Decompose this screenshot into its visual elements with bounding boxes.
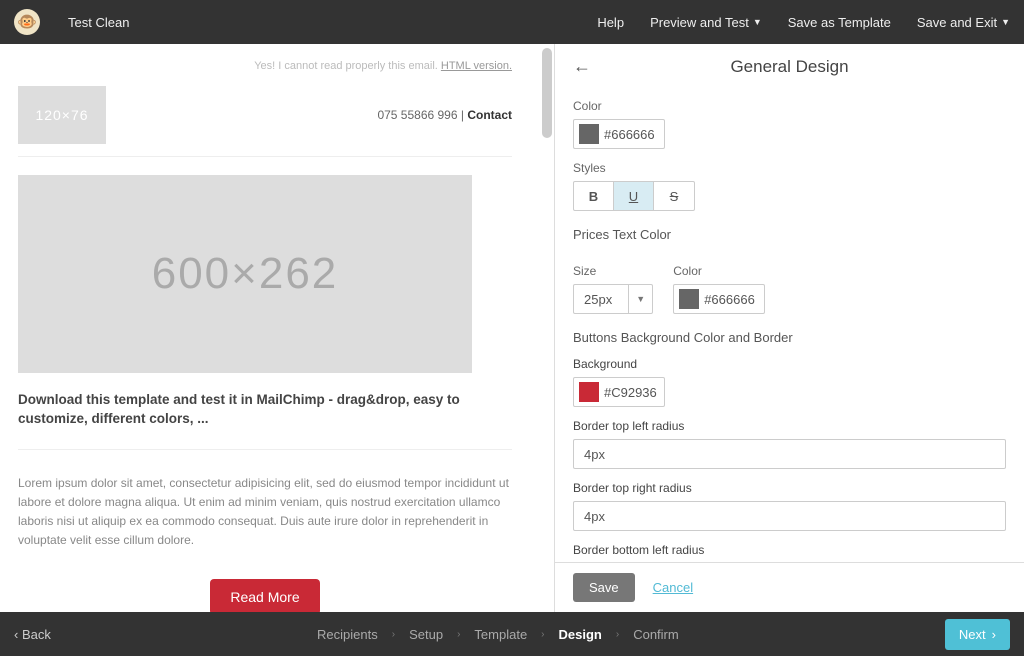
btlr-field[interactable] xyxy=(573,439,1006,469)
chevron-down-icon: ▼ xyxy=(628,285,652,313)
view-online-line: Yes! I cannot read properly this email. … xyxy=(18,54,512,82)
prices-section-label: Prices Text Color xyxy=(573,227,1006,242)
size-value: 25px xyxy=(574,292,628,307)
next-button[interactable]: Next › xyxy=(945,619,1010,650)
read-more-button[interactable]: Read More xyxy=(210,579,319,612)
color-label: Color xyxy=(573,99,1006,113)
step-setup[interactable]: Setup xyxy=(409,627,443,642)
color2-label: Color xyxy=(673,264,765,278)
header-contact: 075 55866 996 | Contact xyxy=(377,108,512,122)
color-swatch-icon[interactable] xyxy=(579,124,599,144)
campaign-name: Test Clean xyxy=(68,15,597,30)
color2-hex-field[interactable] xyxy=(704,292,764,307)
btrr-field[interactable] xyxy=(573,501,1006,531)
step-confirm[interactable]: Confirm xyxy=(633,627,679,642)
color-hex-field[interactable] xyxy=(604,127,664,142)
chevron-right-icon: › xyxy=(392,629,395,640)
main-area: Yes! I cannot read properly this email. … xyxy=(0,44,1024,612)
divider xyxy=(18,449,512,450)
save-exit-label: Save and Exit xyxy=(917,15,997,30)
email-heading[interactable]: Download this template and test it in Ma… xyxy=(18,391,512,439)
color-swatch-icon[interactable] xyxy=(579,382,599,402)
save-exit-menu[interactable]: Save and Exit ▼ xyxy=(917,15,1010,30)
email-body: Yes! I cannot read properly this email. … xyxy=(8,54,522,612)
help-link[interactable]: Help xyxy=(597,15,624,30)
viewline-text: Yes! I cannot read properly this email. xyxy=(254,60,438,72)
html-version-link[interactable]: HTML version. xyxy=(441,60,512,72)
chevron-down-icon: ▼ xyxy=(1001,17,1010,27)
background-hex-field[interactable] xyxy=(604,385,664,400)
logo-placeholder[interactable]: 120×76 xyxy=(18,86,106,144)
panel-header: ← General Design xyxy=(555,44,1024,87)
back-arrow-icon[interactable]: ← xyxy=(573,56,597,77)
chevron-down-icon: ▼ xyxy=(753,17,762,27)
back-button[interactable]: ‹ Back xyxy=(14,627,51,642)
bottom-bar: ‹ Back Recipients › Setup › Template › D… xyxy=(0,612,1024,656)
panel-title: General Design xyxy=(597,57,1006,77)
underline-toggle[interactable]: U xyxy=(614,182,654,210)
email-preview-pane: Yes! I cannot read properly this email. … xyxy=(0,44,554,612)
styles-toggle-group: B U S xyxy=(573,181,695,211)
email-body-text[interactable]: Lorem ipsum dolor sit amet, consectetur … xyxy=(18,474,512,551)
preview-test-menu[interactable]: Preview and Test ▼ xyxy=(650,15,762,30)
color2-input[interactable] xyxy=(673,284,765,314)
chevron-left-icon: ‹ xyxy=(14,627,22,642)
chevron-right-icon: › xyxy=(616,629,619,640)
phone-number: 075 55866 996 xyxy=(377,108,457,122)
btlr-label: Border top left radius xyxy=(573,419,1006,433)
chevron-right-icon: › xyxy=(457,629,460,640)
mailchimp-logo-icon[interactable]: 🐵 xyxy=(14,9,40,35)
email-header-row: 120×76 075 55866 996 | Contact xyxy=(18,82,512,157)
bblr-label: Border bottom left radius xyxy=(573,543,1006,557)
chevron-right-icon: › xyxy=(992,627,996,642)
contact-link[interactable]: Contact xyxy=(467,108,512,122)
cta-row: Read More xyxy=(18,551,512,612)
size-label: Size xyxy=(573,264,653,278)
step-recipients[interactable]: Recipients xyxy=(317,627,378,642)
design-side-panel: ← General Design Color Styles B U S Pric… xyxy=(554,44,1024,612)
back-label: Back xyxy=(22,627,51,642)
background-label: Background xyxy=(573,357,1006,371)
color-input[interactable] xyxy=(573,119,665,149)
top-bar: 🐵 Test Clean Help Preview and Test ▼ Sav… xyxy=(0,0,1024,44)
hero-image-placeholder[interactable]: 600×262 xyxy=(18,175,472,373)
scrollbar-thumb[interactable] xyxy=(542,48,552,138)
save-as-template-link[interactable]: Save as Template xyxy=(788,15,891,30)
buttons-section-label: Buttons Background Color and Border xyxy=(573,330,1006,345)
save-button[interactable]: Save xyxy=(573,573,635,602)
color-swatch-icon[interactable] xyxy=(679,289,699,309)
step-breadcrumbs: Recipients › Setup › Template › Design ›… xyxy=(51,627,945,642)
cancel-link[interactable]: Cancel xyxy=(653,580,693,595)
step-design[interactable]: Design xyxy=(559,627,602,642)
chevron-right-icon: › xyxy=(541,629,544,640)
bold-toggle[interactable]: B xyxy=(574,182,614,210)
next-label: Next xyxy=(959,627,986,642)
panel-scroll: Color Styles B U S Prices Text Color Siz… xyxy=(555,87,1024,562)
top-actions: Help Preview and Test ▼ Save as Template… xyxy=(597,15,1010,30)
size-select[interactable]: 25px ▼ xyxy=(573,284,653,314)
background-color-input[interactable] xyxy=(573,377,665,407)
step-template[interactable]: Template xyxy=(474,627,527,642)
preview-test-label: Preview and Test xyxy=(650,15,749,30)
panel-footer: Save Cancel xyxy=(555,562,1024,612)
strike-toggle[interactable]: S xyxy=(654,182,694,210)
separator: | xyxy=(458,108,468,122)
btrr-label: Border top right radius xyxy=(573,481,1006,495)
styles-label: Styles xyxy=(573,161,1006,175)
